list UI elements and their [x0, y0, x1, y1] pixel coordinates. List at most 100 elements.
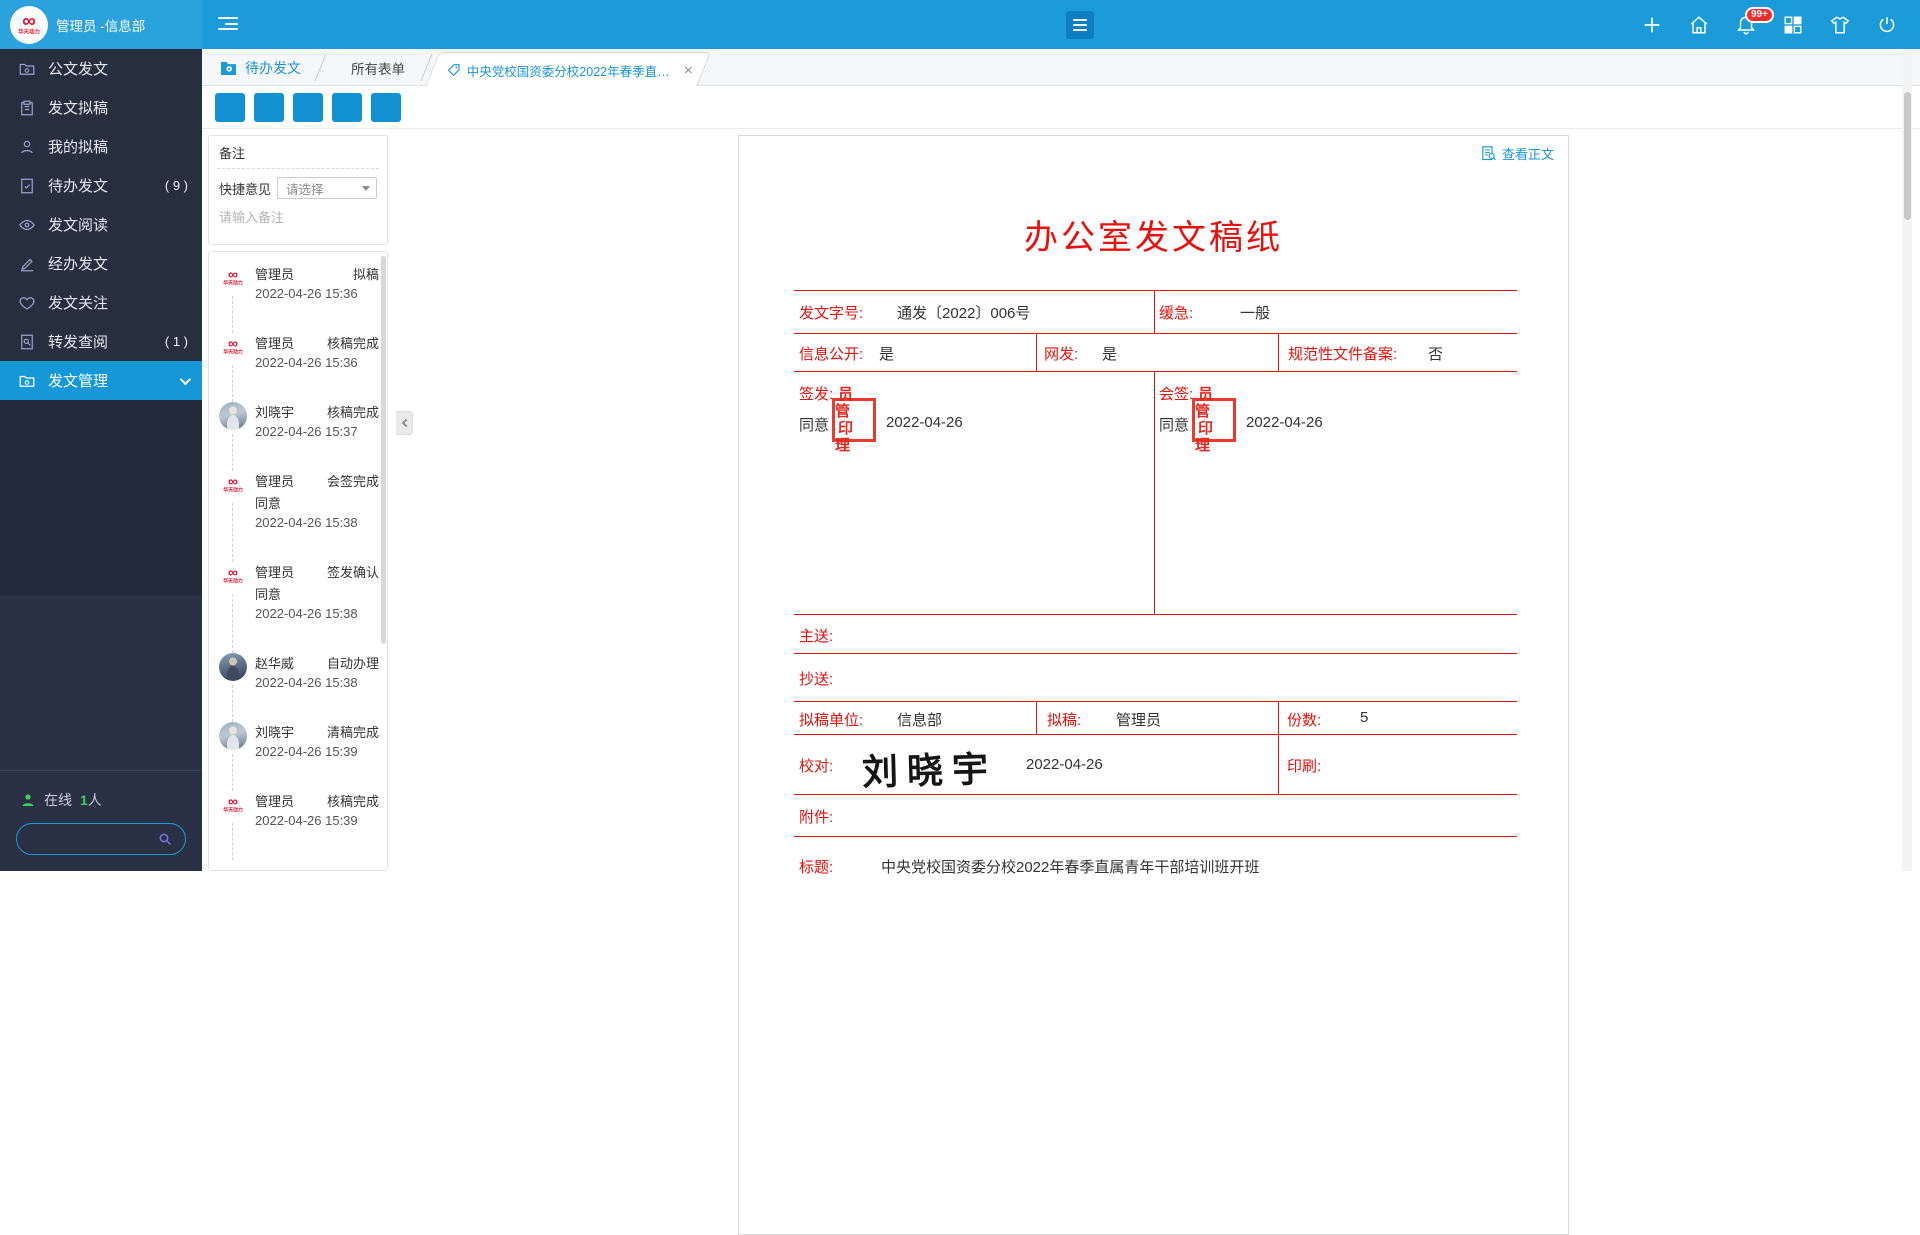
close-icon[interactable]: × — [684, 63, 693, 78]
toolbar-button[interactable] — [332, 93, 362, 122]
caret-down-icon — [362, 186, 370, 191]
sidebar-subitem[interactable] — [0, 556, 202, 595]
quick-opinion-value: 请选择 — [286, 179, 362, 198]
stamp-row2: 印理 — [1195, 420, 1233, 454]
timeline-date: 2022-04-26 15:39 — [255, 744, 379, 759]
timeline-status: 清稿完成 — [327, 722, 379, 741]
logo-area: ∞ 华天动力 管理员 -信息部 — [0, 0, 202, 49]
sidebar-item[interactable]: 发文拟稿 — [0, 88, 202, 127]
topbar: ∞ 华天动力 管理员 -信息部 99+ — [0, 0, 1920, 49]
main-scrollbar-thumb[interactable] — [1904, 92, 1911, 220]
chevron-left-icon — [401, 419, 409, 427]
main-send-label: 主送: — [799, 625, 833, 646]
approval-timeline: ∞ 华天动力 管理员 拟稿 2022-04-26 15:36 ∞ 华天动力 — [209, 252, 387, 828]
timeline-user: 刘晓宇 — [255, 402, 294, 421]
power-logout-icon[interactable] — [1876, 14, 1898, 36]
sidebar-item[interactable]: 发文关注 — [0, 283, 202, 322]
timeline-date: 2022-04-26 15:38 — [255, 675, 379, 690]
avatar-logo-text: 华天动力 — [223, 488, 243, 493]
sidebar-item-icon — [18, 216, 36, 234]
toolbar-button[interactable] — [293, 93, 323, 122]
tab-all-forms[interactable]: 所有表单 — [336, 49, 420, 86]
chevron-down-icon — [180, 373, 191, 384]
record-value: 否 — [1428, 343, 1443, 364]
sidebar-item[interactable]: 经办发文 — [0, 244, 202, 283]
sidebar-item-label: 经办发文 — [48, 253, 108, 274]
sidebar-subitem[interactable] — [0, 478, 202, 517]
sidebar-menu: 公文发文 发文拟稿 我的拟稿 待办发文 ( 9 ) 发文阅读 — [0, 49, 202, 400]
sidebar-subitem[interactable] — [0, 439, 202, 478]
sidebar-subitem[interactable] — [0, 517, 202, 556]
sign-agree: 同意 — [799, 414, 829, 435]
sidebar-search-input[interactable] — [29, 832, 157, 847]
admin-seal-stamp: 员管 印理 — [1192, 398, 1236, 442]
sidebar-item[interactable]: 发文阅读 — [0, 205, 202, 244]
menu-collapse-icon[interactable] — [218, 17, 238, 32]
avatar: ∞ 华天动力 — [219, 653, 247, 681]
proofread-label: 校对: — [799, 755, 833, 776]
web-issue-value: 是 — [1102, 343, 1117, 364]
online-label: 在线 — [44, 790, 72, 810]
timeline-status: 自动办理 — [327, 653, 379, 672]
sidebar-item-label: 我的拟稿 — [48, 136, 108, 157]
timeline-user: 管理员 — [255, 471, 294, 490]
timeline-status: 签发确认 — [327, 562, 379, 581]
sidebar-item[interactable]: 待办发文 ( 9 ) — [0, 166, 202, 205]
sidebar-subitem[interactable] — [0, 400, 202, 439]
remark-title: 备注 — [209, 136, 387, 168]
sidebar-item-count: ( 1 ) — [165, 334, 188, 349]
sign-date: 2022-04-26 — [886, 414, 963, 431]
quick-opinion-select[interactable]: 请选择 — [277, 177, 377, 199]
toolbar-button[interactable] — [371, 93, 401, 122]
app-root: { "colors": { "accent": "#1796d6", "topb… — [0, 0, 1920, 871]
sidebar-item[interactable]: 发文管理 — [0, 361, 202, 400]
avatar: ∞ 华天动力 — [219, 791, 247, 819]
pane-label-text: 待办发文 — [245, 58, 301, 78]
tabbar: 待办发文 所有表单 中央党校国资委分校2022年春季直属... × — [202, 49, 1920, 86]
notifications-bell-icon[interactable]: 99+ — [1735, 14, 1757, 36]
more-menus-icon[interactable] — [1066, 11, 1094, 39]
timeline-date: 2022-04-26 15:38 — [255, 606, 379, 621]
timeline-user: 管理员 — [255, 264, 294, 283]
tab-document-active[interactable]: 中央党校国资委分校2022年春季直属... × — [425, 52, 711, 87]
add-icon[interactable] — [1641, 14, 1663, 36]
sidebar-item-icon — [18, 138, 36, 156]
countersign-date: 2022-04-26 — [1246, 414, 1323, 431]
web-issue-label: 网发: — [1044, 343, 1078, 364]
sidebar-item-label: 转发查阅 — [48, 331, 108, 352]
remark-textarea[interactable] — [209, 199, 387, 239]
sidebar-item[interactable]: 转发查阅 ( 1 ) — [0, 322, 202, 361]
sidebar-item-label: 发文管理 — [48, 370, 108, 391]
panel-collapse-handle[interactable] — [396, 411, 413, 435]
timeline-date: 2022-04-26 15:36 — [255, 286, 379, 301]
sidebar-item-label: 公文发文 — [48, 58, 108, 79]
apps-grid-icon[interactable] — [1782, 14, 1804, 36]
urgency-label: 缓急: — [1159, 302, 1193, 323]
search-icon[interactable] — [157, 831, 173, 847]
toolbar-button[interactable] — [215, 93, 245, 122]
doc-no-value: 通发〔2022〕006号 — [897, 302, 1030, 323]
sidebar-item-label: 待办发文 — [48, 175, 108, 196]
timeline-scrollbar[interactable] — [381, 256, 386, 644]
timeline-opinion: 同意 — [255, 584, 379, 603]
online-count: 1 — [80, 792, 88, 808]
theme-shirt-icon[interactable] — [1829, 14, 1851, 36]
timeline-status: 拟稿 — [353, 264, 379, 283]
timeline-date: 2022-04-26 15:39 — [255, 813, 379, 828]
sidebar-item[interactable]: 我的拟稿 — [0, 127, 202, 166]
main-nav — [283, 0, 549, 49]
brand-infinity-icon: ∞ — [22, 14, 36, 29]
home-icon[interactable] — [1688, 14, 1710, 36]
view-body-link[interactable]: 查看正文 — [1480, 144, 1554, 163]
doc-no-label: 发文字号: — [799, 302, 863, 323]
toolbar-button[interactable] — [254, 93, 284, 122]
view-body-label: 查看正文 — [1502, 144, 1554, 163]
info-public-label: 信息公开: — [799, 343, 863, 364]
avatar: ∞ 华天动力 — [219, 402, 247, 430]
quick-opinion-label: 快捷意见 — [219, 179, 271, 198]
sidebar-item-label: 发文拟稿 — [48, 97, 108, 118]
avatar-logo-text: 华天动力 — [223, 579, 243, 584]
remark-panel: 备注 快捷意见 请选择 — [208, 135, 388, 245]
sidebar-item[interactable]: 公文发文 — [0, 49, 202, 88]
sign-label: 签发: — [799, 383, 833, 404]
